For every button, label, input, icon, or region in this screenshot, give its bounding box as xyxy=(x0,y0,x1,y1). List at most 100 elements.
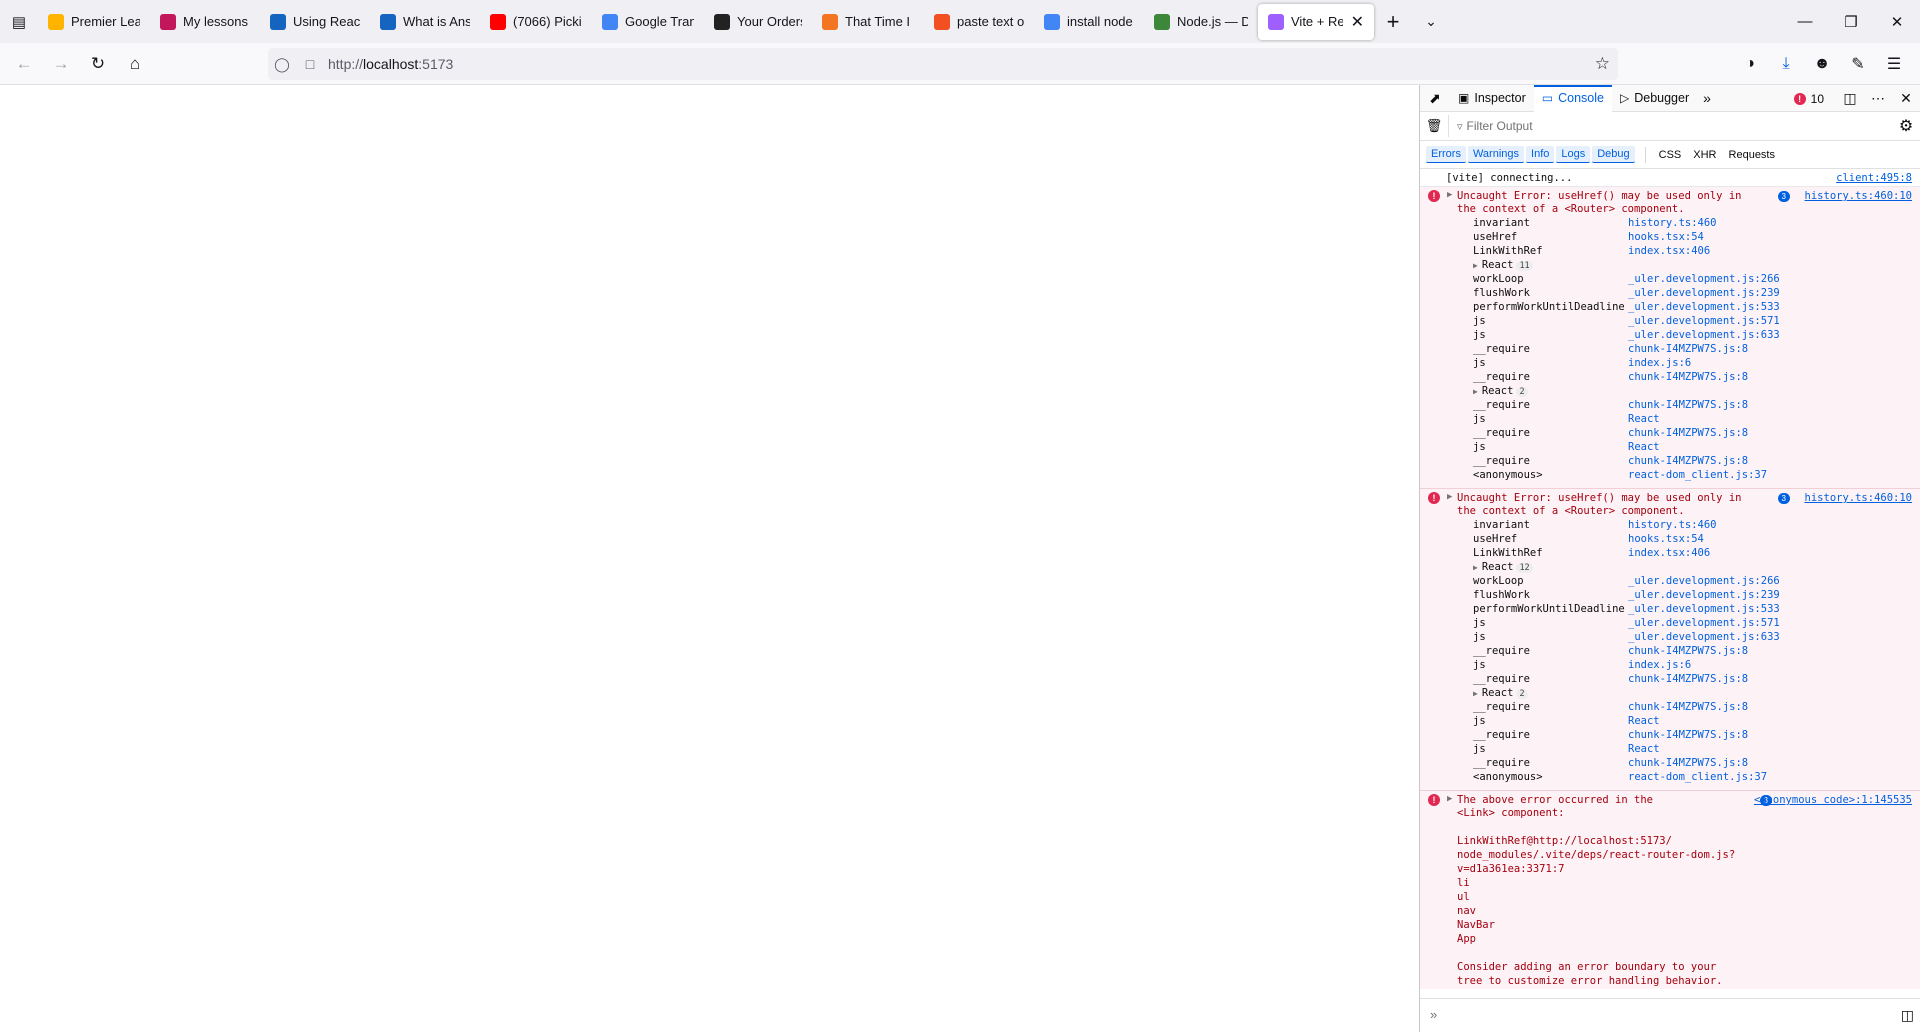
frame-location-link[interactable]: _uler.development.js:266 xyxy=(1628,272,1780,286)
frame-location-link[interactable]: hooks.tsx:54 xyxy=(1628,230,1704,244)
error-source-link[interactable]: history.ts:460:10 xyxy=(1805,190,1912,202)
browser-tab[interactable]: My lessons xyxy=(150,0,260,43)
stack-frame[interactable]: js React xyxy=(1473,714,1913,728)
stack-frame[interactable]: __require chunk-I4MZPW7S.js:8 xyxy=(1473,756,1913,770)
stack-frame[interactable]: useHref hooks.tsx:54 xyxy=(1473,230,1913,244)
restore-icon[interactable]: ❐ xyxy=(1828,0,1874,43)
stack-frame[interactable]: ▶ React 2 xyxy=(1473,384,1913,398)
filter-xhr[interactable]: XHR xyxy=(1688,147,1721,163)
browser-tab[interactable]: install node - Goo xyxy=(1034,0,1144,43)
error-source-link[interactable]: <anonymous code>:1:145535 xyxy=(1754,794,1912,806)
more-tools-chevron-icon[interactable]: » xyxy=(1697,85,1717,112)
stack-frame[interactable]: useHref hooks.tsx:54 xyxy=(1473,532,1913,546)
stack-frame[interactable]: __require chunk-I4MZPW7S.js:8 xyxy=(1473,728,1913,742)
close-window-icon[interactable]: ✕ xyxy=(1874,0,1920,43)
tracking-protection-shield-icon[interactable]: ◯ xyxy=(268,56,296,73)
dock-side-icon[interactable]: ◫ xyxy=(1836,90,1864,107)
console-settings-gear-icon[interactable]: ⚙ xyxy=(1892,116,1920,136)
stack-frame[interactable]: js React xyxy=(1473,412,1913,426)
account-icon[interactable]: ☻ xyxy=(1804,48,1840,80)
filter-requests[interactable]: Requests xyxy=(1724,147,1780,163)
frame-location-link[interactable]: React xyxy=(1628,714,1660,728)
frame-location-link[interactable]: history.ts:460 xyxy=(1628,216,1717,230)
close-tab-icon[interactable]: ✕ xyxy=(1351,12,1364,32)
level-filter-logs[interactable]: Logs xyxy=(1556,146,1591,163)
stack-frame[interactable]: js _uler.development.js:571 xyxy=(1473,616,1913,630)
error-count-badge[interactable]: ! 10 xyxy=(1793,92,1824,106)
expand-twisty-icon[interactable]: ▶ xyxy=(1473,689,1478,698)
stack-frame[interactable]: <anonymous> react-dom_client.js:37 xyxy=(1473,770,1913,784)
page-info-icon[interactable]: □ xyxy=(296,56,324,72)
stack-frame[interactable]: js index.js:6 xyxy=(1473,658,1913,672)
frame-location-link[interactable]: chunk-I4MZPW7S.js:8 xyxy=(1628,370,1748,384)
frame-location-link[interactable]: _uler.development.js:571 xyxy=(1628,616,1780,630)
tab-debugger[interactable]: ▷ Debugger xyxy=(1612,85,1697,112)
frame-location-link[interactable]: _uler.development.js:266 xyxy=(1628,574,1780,588)
stack-frame[interactable]: workLoop _uler.development.js:266 xyxy=(1473,272,1913,286)
console-error-message[interactable]: ! ▶ The above error occurred in the <Link>… xyxy=(1420,791,1920,989)
stack-frame[interactable]: __require chunk-I4MZPW7S.js:8 xyxy=(1473,644,1913,658)
stack-frame[interactable]: js _uler.development.js:633 xyxy=(1473,328,1913,342)
frame-location-link[interactable]: index.js:6 xyxy=(1628,356,1691,370)
browser-tab[interactable]: Google Translate xyxy=(592,0,704,43)
stack-frame[interactable]: __require chunk-I4MZPW7S.js:8 xyxy=(1473,342,1913,356)
frame-location-link[interactable]: index.tsx:406 xyxy=(1628,546,1710,560)
back-arrow-icon[interactable]: ← xyxy=(6,48,42,80)
stack-frame[interactable]: ▶ React 12 xyxy=(1473,560,1913,574)
stack-frame[interactable]: flushWork _uler.development.js:239 xyxy=(1473,286,1913,300)
frame-location-link[interactable]: hooks.tsx:54 xyxy=(1628,532,1704,546)
new-tab-button[interactable]: + xyxy=(1374,0,1412,43)
frame-location-link[interactable]: React xyxy=(1628,440,1660,454)
expand-twisty-icon[interactable]: ▶ xyxy=(1473,261,1478,270)
tab-list-icon[interactable]: ▤ xyxy=(0,0,38,43)
browser-tab[interactable]: paste text only xyxy=(924,0,1034,43)
frame-location-link[interactable]: chunk-I4MZPW7S.js:8 xyxy=(1628,398,1748,412)
stack-frame[interactable]: js _uler.development.js:571 xyxy=(1473,314,1913,328)
frame-location-link[interactable]: _uler.development.js:533 xyxy=(1628,602,1780,616)
expand-twisty-icon[interactable]: ▶ xyxy=(1473,563,1478,572)
level-filter-debug[interactable]: Debug xyxy=(1592,146,1635,163)
browser-tab[interactable]: Using React Rout xyxy=(260,0,370,43)
bookmark-star-icon[interactable]: ☆ xyxy=(1595,54,1610,74)
frame-location-link[interactable]: _uler.development.js:633 xyxy=(1628,328,1780,342)
expand-twisty-icon[interactable]: ▶ xyxy=(1473,387,1478,396)
stack-frame[interactable]: __require chunk-I4MZPW7S.js:8 xyxy=(1473,370,1913,384)
pocket-icon[interactable]: ◑ xyxy=(1732,48,1768,80)
stack-frame-group[interactable]: ▶ React 12 xyxy=(1473,561,1533,573)
extensions-icon[interactable]: ✎ xyxy=(1840,48,1876,80)
error-source-link[interactable]: history.ts:460:10 xyxy=(1805,492,1912,504)
frame-location-link[interactable]: chunk-I4MZPW7S.js:8 xyxy=(1628,672,1748,686)
element-picker-icon[interactable]: ⬈ xyxy=(1420,90,1450,107)
frame-location-link[interactable]: chunk-I4MZPW7S.js:8 xyxy=(1628,756,1748,770)
browser-tab[interactable]: (7066) Picking My xyxy=(480,0,592,43)
stack-frame[interactable]: ▶ React 2 xyxy=(1473,686,1913,700)
console-output[interactable]: [vite] connecting... client:495:8! ▶ Uncaug… xyxy=(1420,169,1920,989)
browser-tab[interactable]: What is Ansible? | xyxy=(370,0,480,43)
tab-console[interactable]: ▭ Console xyxy=(1533,84,1613,112)
browser-tab[interactable]: Your Orders xyxy=(704,0,812,43)
frame-location-link[interactable]: chunk-I4MZPW7S.js:8 xyxy=(1628,426,1748,440)
editor-mode-icon[interactable]: ◫ xyxy=(1901,1007,1914,1024)
stack-frame[interactable]: __require chunk-I4MZPW7S.js:8 xyxy=(1473,398,1913,412)
browser-tab[interactable]: Premier League - xyxy=(38,0,150,43)
browser-tab[interactable]: Node.js — Downl xyxy=(1144,0,1258,43)
frame-location-link[interactable]: chunk-I4MZPW7S.js:8 xyxy=(1628,644,1748,658)
stack-frame[interactable]: js React xyxy=(1473,742,1913,756)
level-filter-info[interactable]: Info xyxy=(1526,146,1555,163)
frame-location-link[interactable]: chunk-I4MZPW7S.js:8 xyxy=(1628,728,1748,742)
frame-location-link[interactable]: chunk-I4MZPW7S.js:8 xyxy=(1628,700,1748,714)
stack-frame[interactable]: __require chunk-I4MZPW7S.js:8 xyxy=(1473,426,1913,440)
stack-frame[interactable]: __require chunk-I4MZPW7S.js:8 xyxy=(1473,454,1913,468)
stack-frame-group[interactable]: ▶ React 11 xyxy=(1473,259,1533,271)
minimize-icon[interactable]: — xyxy=(1782,0,1828,43)
home-icon[interactable]: ⌂ xyxy=(117,48,153,80)
frame-location-link[interactable]: chunk-I4MZPW7S.js:8 xyxy=(1628,454,1748,468)
more-options-icon[interactable]: ⋯ xyxy=(1864,90,1892,107)
stack-frame[interactable]: <anonymous> react-dom_client.js:37 xyxy=(1473,468,1913,482)
filter-css[interactable]: CSS xyxy=(1654,147,1687,163)
stack-frame[interactable]: js _uler.development.js:633 xyxy=(1473,630,1913,644)
console-input[interactable]: » ◫ xyxy=(1420,998,1920,1032)
reload-icon[interactable]: ↻ xyxy=(80,48,116,80)
menu-icon[interactable]: ☰ xyxy=(1876,48,1912,80)
stack-frame[interactable]: performWorkUntilDeadline _uler.developmen… xyxy=(1473,300,1913,314)
